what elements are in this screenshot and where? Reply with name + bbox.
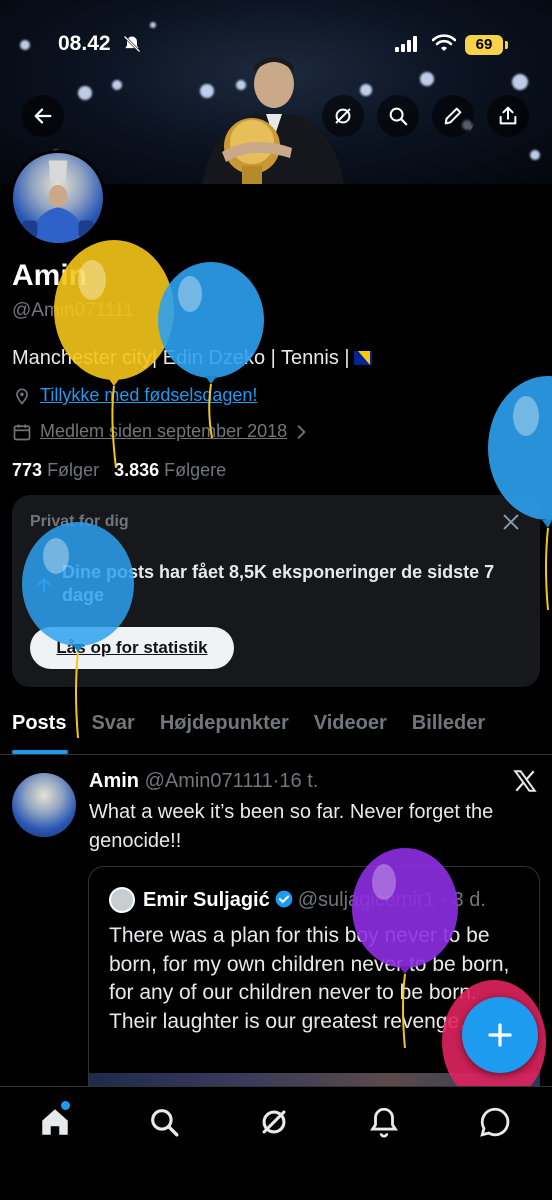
- edit-button[interactable]: [432, 95, 474, 137]
- bokeh-light: [112, 80, 122, 90]
- bokeh-light: [78, 86, 92, 100]
- share-icon: [499, 106, 517, 125]
- grok-button[interactable]: [322, 95, 364, 137]
- tab-posts[interactable]: Posts: [0, 700, 79, 754]
- card-title: Privat for dig: [30, 513, 129, 530]
- tab-videos[interactable]: Videoer: [302, 700, 400, 754]
- battery-tip: [505, 41, 508, 49]
- close-icon[interactable]: [500, 511, 522, 533]
- following-link[interactable]: 773 Følger: [12, 460, 99, 480]
- share-button[interactable]: [487, 95, 529, 137]
- quote-avatar: [109, 887, 135, 913]
- followers-label: Følgere: [164, 460, 227, 480]
- back-button[interactable]: [22, 95, 64, 137]
- plus-icon: [488, 1023, 512, 1047]
- quote-header: Emir Suljagić @suljagicemir1 · 3 d.: [143, 889, 486, 912]
- trend-arrow-icon: [38, 577, 50, 593]
- compose-button[interactable]: [462, 997, 538, 1073]
- following-label: Følger: [47, 460, 100, 480]
- bottom-navigation: [0, 1086, 552, 1200]
- birthday-row[interactable]: Tillykke med fødselsdagen!: [12, 385, 257, 406]
- profile-bio: Manchester city| Edin Dzeko | Tennis |: [12, 347, 372, 370]
- followers-count: 3.836: [114, 460, 160, 480]
- joined-row[interactable]: Medlem siden september 2018: [12, 421, 319, 442]
- messages-icon[interactable]: [478, 1105, 512, 1139]
- verified-icon: [275, 890, 293, 908]
- bokeh-light: [530, 150, 540, 160]
- home-notification-dot: [61, 1101, 70, 1110]
- grok-icon[interactable]: [257, 1105, 291, 1139]
- chevron-right-icon: [297, 424, 306, 439]
- search-icon: [389, 107, 408, 126]
- follow-stats: 773 Følger 3.836 Følgere: [12, 460, 226, 481]
- avatar-image: [22, 160, 94, 243]
- tab-replies[interactable]: Svar: [79, 700, 147, 754]
- tab-images[interactable]: Billeder: [400, 700, 498, 754]
- private-insights-card: Privat for dig Dine posts har fået 8,5K …: [12, 495, 540, 687]
- bell-icon[interactable]: [367, 1105, 401, 1139]
- location-icon: [16, 388, 28, 405]
- grok-icon: [335, 108, 351, 124]
- card-message: Dine posts har fået 8,5K eksponeringer d…: [62, 562, 495, 605]
- followers-link[interactable]: 3.836 Følgere: [114, 460, 226, 480]
- back-arrow-icon: [34, 108, 52, 124]
- status-time: 08.42: [58, 32, 111, 55]
- tab-highlights[interactable]: Højdepunkter: [148, 700, 302, 754]
- post-author[interactable]: Amin: [89, 770, 139, 792]
- birthday-link[interactable]: Tillykke med fødselsdagen!: [40, 385, 257, 406]
- quote-handle: @suljagicemir1: [297, 889, 435, 911]
- bokeh-light: [150, 22, 156, 28]
- joined-date[interactable]: Medlem siden september 2018: [40, 421, 287, 442]
- bokeh-light: [512, 74, 528, 90]
- post-text: What a week it’s been so far. Never forg…: [89, 801, 494, 852]
- post-avatar[interactable]: [12, 773, 76, 837]
- status-bar: 08.42 69: [0, 30, 552, 60]
- quote-separator: ·: [434, 889, 453, 911]
- post-header: Amin @Amin071111·16 t.: [89, 770, 318, 793]
- quote-author: Emir Suljagić: [143, 889, 270, 911]
- calendar-icon: [13, 424, 31, 440]
- following-count: 773: [12, 460, 43, 480]
- search-button[interactable]: [377, 95, 419, 137]
- wifi-icon: [432, 34, 456, 51]
- profile-tabs: Posts Svar Højdepunkter Videoer Billeder: [0, 700, 552, 755]
- bell-muted-icon: [123, 35, 141, 53]
- search-icon[interactable]: [147, 1105, 181, 1139]
- cellular-signal-icon: [395, 36, 417, 52]
- unlock-stats-button[interactable]: Lås op for statistik: [30, 627, 234, 669]
- bokeh-light: [420, 72, 434, 86]
- quote-time: 3 d.: [452, 889, 486, 911]
- edit-icon: [444, 107, 462, 125]
- profile-avatar[interactable]: [10, 150, 106, 246]
- x-logo-icon[interactable]: [512, 768, 538, 794]
- profile-handle: @Amin071111: [12, 300, 134, 321]
- bio-text: Manchester city| Edin Dzeko | Tennis |: [12, 347, 350, 369]
- home-icon[interactable]: [38, 1105, 72, 1139]
- battery-indicator: 69: [465, 35, 503, 55]
- post-handle: @Amin071111: [144, 770, 273, 792]
- post-time: 16 t.: [279, 770, 319, 792]
- bosnia-flag-icon: [353, 351, 372, 365]
- profile-name: Amin: [12, 259, 87, 292]
